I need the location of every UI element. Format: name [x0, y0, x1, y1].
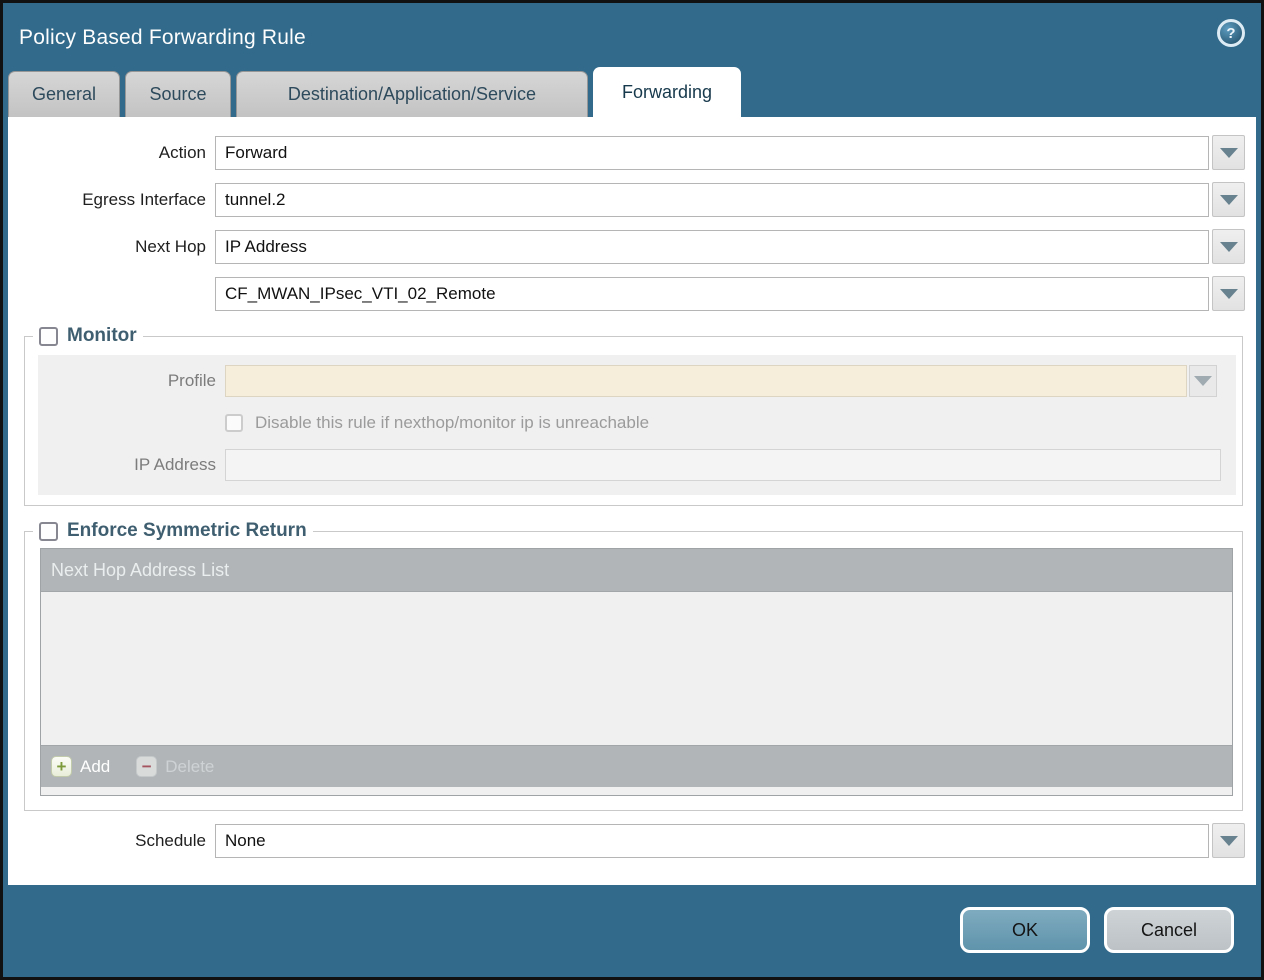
chevron-down-icon — [1220, 195, 1238, 205]
profile-input — [225, 365, 1187, 397]
action-input[interactable]: Forward — [215, 136, 1209, 170]
tab-general[interactable]: General — [8, 71, 120, 117]
monitor-legend: Monitor — [33, 325, 143, 347]
pbf-rule-dialog: Policy Based Forwarding Rule ? General S… — [0, 0, 1264, 980]
tab-destination-application-service[interactable]: Destination/Application/Service — [236, 71, 588, 117]
next-hop-type-combo: IP Address — [215, 229, 1245, 264]
tab-forwarding[interactable]: Forwarding — [593, 67, 741, 117]
chevron-down-icon — [1220, 148, 1238, 158]
add-button[interactable]: + Add — [51, 756, 110, 777]
plus-icon: + — [51, 756, 72, 777]
chevron-down-icon — [1194, 376, 1212, 386]
next-hop-address-combo: CF_MWAN_IPsec_VTI_02_Remote — [215, 276, 1245, 311]
tab-bar: General Source Destination/Application/S… — [3, 67, 1261, 117]
egress-interface-row: Egress Interface tunnel.2 — [8, 182, 1256, 217]
monitor-panel: Profile Disable this rule if nexthop/mon… — [38, 355, 1236, 495]
forwarding-tab-panel: Action Forward Egress Interface tunnel.2… — [8, 117, 1256, 885]
action-row: Action Forward — [8, 135, 1256, 170]
minus-icon: − — [136, 756, 157, 777]
egress-interface-combo: tunnel.2 — [215, 182, 1245, 217]
action-combo: Forward — [215, 135, 1245, 170]
dialog-footer: OK Cancel — [3, 885, 1261, 975]
disable-rule-row: Disable this rule if nexthop/monitor ip … — [225, 413, 1236, 433]
profile-label: Profile — [38, 365, 216, 397]
next-hop-type-dropdown-trigger[interactable] — [1212, 229, 1245, 264]
monitor-fieldset: Monitor Profile Disable this rule if nex… — [24, 325, 1243, 506]
next-hop-address-list-grid: Next Hop Address List + Add − Delete — [40, 548, 1233, 796]
cancel-button[interactable]: Cancel — [1104, 907, 1234, 953]
monitor-checkbox[interactable] — [39, 327, 58, 346]
ok-button[interactable]: OK — [960, 907, 1090, 953]
schedule-input[interactable]: None — [215, 824, 1209, 858]
schedule-dropdown-trigger[interactable] — [1212, 823, 1245, 858]
next-hop-address-row: CF_MWAN_IPsec_VTI_02_Remote — [8, 276, 1256, 311]
enforce-symmetric-return-legend-label: Enforce Symmetric Return — [67, 520, 307, 542]
next-hop-address-input[interactable]: CF_MWAN_IPsec_VTI_02_Remote — [215, 277, 1209, 311]
enforce-symmetric-return-legend: Enforce Symmetric Return — [33, 520, 313, 542]
delete-button: − Delete — [136, 756, 214, 777]
next-hop-type-input[interactable]: IP Address — [215, 230, 1209, 264]
monitor-ip-row: IP Address — [38, 449, 1236, 481]
monitor-legend-label: Monitor — [67, 325, 137, 347]
action-dropdown-trigger[interactable] — [1212, 135, 1245, 170]
tab-source[interactable]: Source — [125, 71, 231, 117]
grid-header: Next Hop Address List — [41, 549, 1232, 592]
egress-interface-label: Egress Interface — [8, 183, 206, 217]
grid-toolbar: + Add − Delete — [41, 745, 1232, 787]
action-label: Action — [8, 136, 206, 170]
delete-button-label: Delete — [165, 757, 214, 777]
disable-rule-checkbox — [225, 414, 243, 432]
next-hop-row: Next Hop IP Address — [8, 229, 1256, 264]
egress-interface-input[interactable]: tunnel.2 — [215, 183, 1209, 217]
dialog-titlebar: Policy Based Forwarding Rule ? — [3, 3, 1261, 67]
disable-rule-label: Disable this rule if nexthop/monitor ip … — [255, 413, 649, 433]
egress-interface-dropdown-trigger[interactable] — [1212, 182, 1245, 217]
monitor-ip-input — [225, 449, 1221, 481]
schedule-label: Schedule — [8, 824, 206, 858]
help-icon[interactable]: ? — [1217, 19, 1245, 47]
profile-dropdown-trigger — [1189, 365, 1217, 397]
enforce-symmetric-return-fieldset: Enforce Symmetric Return Next Hop Addres… — [24, 520, 1243, 811]
add-button-label: Add — [80, 757, 110, 777]
profile-row: Profile — [38, 365, 1236, 397]
monitor-ip-label: IP Address — [38, 449, 216, 481]
chevron-down-icon — [1220, 242, 1238, 252]
next-hop-label: Next Hop — [8, 230, 206, 264]
grid-footer-strip — [41, 787, 1232, 795]
next-hop-address-dropdown-trigger[interactable] — [1212, 276, 1245, 311]
chevron-down-icon — [1220, 289, 1238, 299]
dialog-title: Policy Based Forwarding Rule — [19, 26, 306, 50]
schedule-combo: None — [215, 823, 1245, 858]
chevron-down-icon — [1220, 836, 1238, 846]
grid-body — [41, 592, 1232, 745]
schedule-row: Schedule None — [8, 823, 1256, 858]
grid-header-label: Next Hop Address List — [51, 560, 229, 581]
enforce-symmetric-return-checkbox[interactable] — [39, 522, 58, 541]
